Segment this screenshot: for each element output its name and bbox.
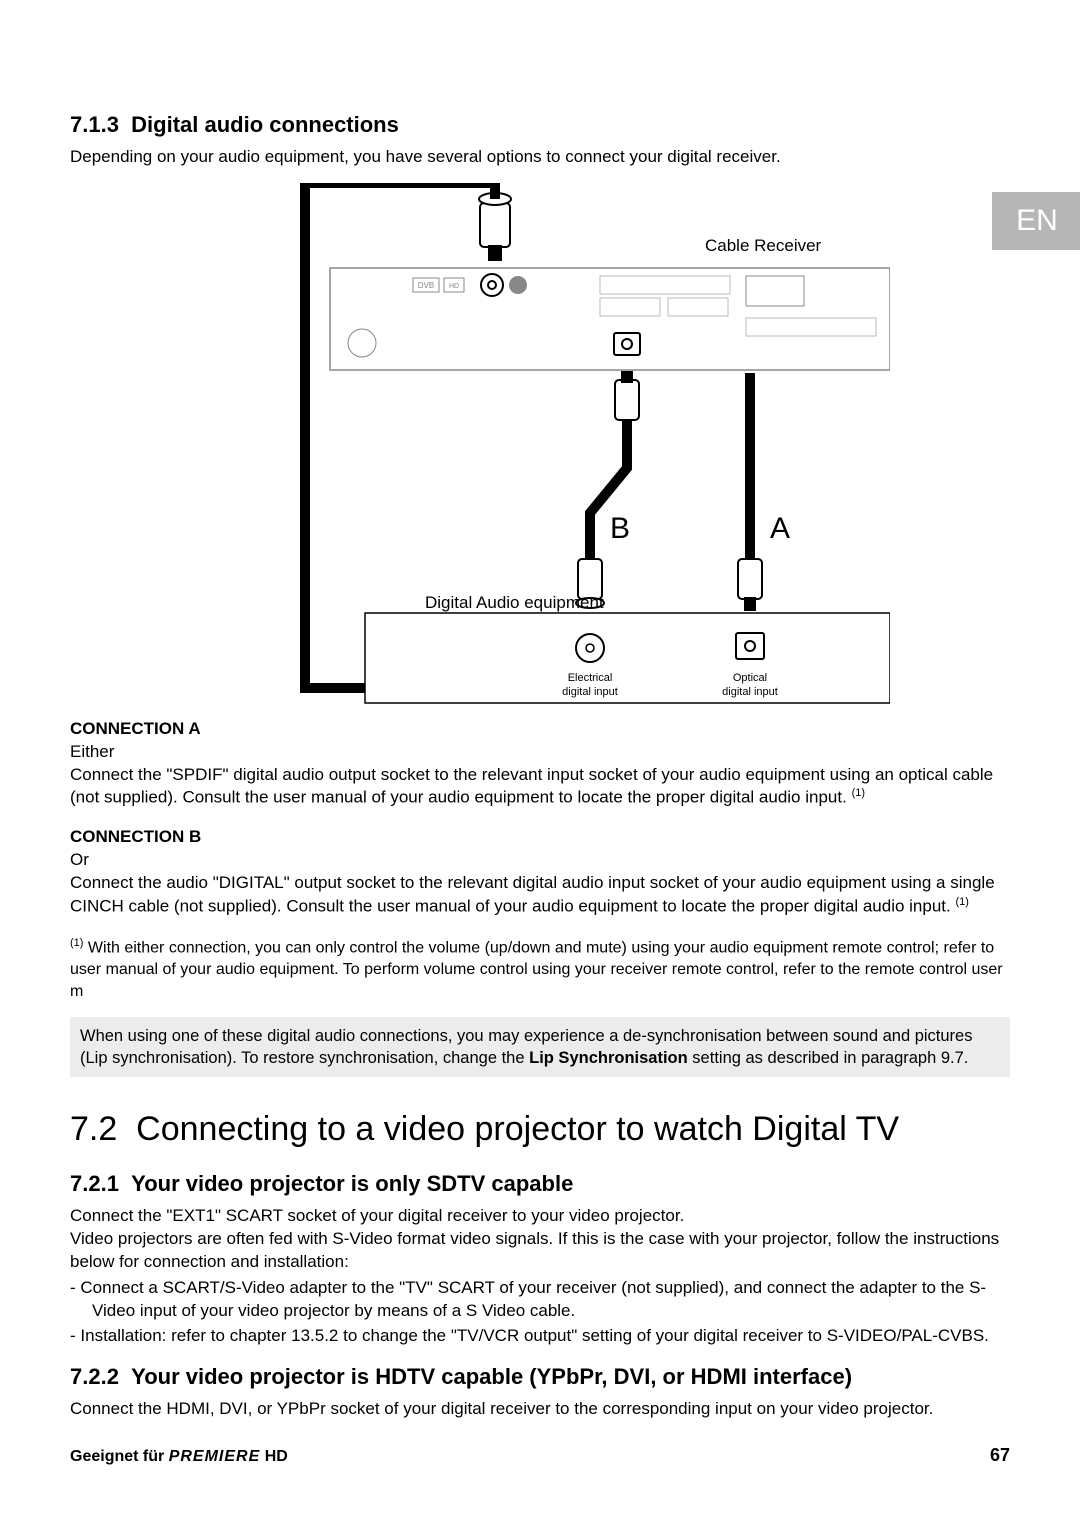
section-7-2-2-num: 7.2.2 [70, 1364, 119, 1389]
connection-a-either: Either [70, 741, 1010, 764]
optical-label-2: digital input [722, 686, 778, 698]
section-7-2-1-title: Your video projector is only SDTV capabl… [131, 1171, 573, 1196]
footnote-text: With either connection, you can only con… [70, 940, 1003, 1000]
dvb-label: DVB [418, 281, 434, 290]
optical-label-1: Optical [733, 672, 767, 684]
sec721-p2: Video projectors are often fed with S-Vi… [70, 1228, 1010, 1274]
section-7-2-1-num: 7.2.1 [70, 1171, 119, 1196]
electrical-label-2: digital input [562, 686, 618, 698]
note-line1: When using one of these digital audio co… [80, 1027, 972, 1045]
connection-diagram: DVB HD Cable Receiver B A [190, 183, 890, 708]
section-7-1-3-heading: 7.1.3 Digital audio connections [70, 110, 1010, 140]
footnote-sup: (1) [70, 937, 83, 949]
language-tab: EN [992, 192, 1080, 250]
footer-left: Geeignet für PREMIERE HD [70, 1446, 288, 1468]
footnote: (1) With either connection, you can only… [70, 936, 1010, 1002]
sec721-li1: Connect a SCART/S-Video adapter to the "… [92, 1277, 1010, 1323]
sec721-p1: Connect the "EXT1" SCART socket of your … [70, 1205, 1010, 1228]
note-line2b: setting as described in paragraph 9.7. [688, 1049, 969, 1067]
section-7-2-heading: 7.2 Connecting to a video projector to w… [70, 1107, 1010, 1153]
connection-b-text: Connect the audio "DIGITAL" output socke… [70, 872, 1010, 919]
section-title: Digital audio connections [131, 112, 399, 137]
intro-text: Depending on your audio equipment, you h… [70, 146, 1010, 169]
section-7-2-1-heading: 7.2.1 Your video projector is only SDTV … [70, 1169, 1010, 1199]
footer-brand: PREMIERE [169, 1448, 261, 1465]
sec721-list: Connect a SCART/S-Video adapter to the "… [70, 1277, 1010, 1348]
section-7-2-2-title: Your video projector is HDTV capable (YP… [131, 1364, 852, 1389]
note-bold: Lip Synchronisation [529, 1049, 688, 1067]
label-a: A [770, 512, 790, 545]
note-line2a: (Lip synchronisation). To restore synchr… [80, 1049, 529, 1067]
note-box: When using one of these digital audio co… [70, 1017, 1010, 1078]
connection-b-heading: CONNECTION B [70, 826, 1010, 849]
section-number: 7.1.3 [70, 112, 119, 137]
dae-label: Digital Audio equipment [425, 593, 604, 612]
sec722-p1: Connect the HDMI, DVI, or YPbPr socket o… [70, 1398, 1010, 1421]
sec721-li2: Installation: refer to chapter 13.5.2 to… [92, 1325, 1010, 1348]
page-footer: Geeignet für PREMIERE HD 67 [70, 1443, 1010, 1468]
connection-b-sup: (1) [955, 896, 968, 908]
hd-label: HD [449, 283, 459, 290]
label-b: B [610, 512, 630, 545]
section-7-2-2-heading: 7.2.2 Your video projector is HDTV capab… [70, 1362, 1010, 1392]
connection-a-body: Connect the "SPDIF" digital audio output… [70, 765, 993, 808]
footer-hd: HD [260, 1448, 288, 1465]
section-7-2-title: Connecting to a video projector to watch… [136, 1110, 899, 1148]
footer-text: Geeignet für [70, 1448, 169, 1465]
connection-a-heading: CONNECTION A [70, 718, 1010, 741]
cable-receiver-label: Cable Receiver [705, 236, 822, 255]
section-7-2-num: 7.2 [70, 1110, 117, 1148]
connection-b-or: Or [70, 849, 1010, 872]
connection-a-text: Connect the "SPDIF" digital audio output… [70, 764, 1010, 811]
connection-b-body: Connect the audio "DIGITAL" output socke… [70, 873, 995, 916]
electrical-label-1: Electrical [568, 672, 613, 684]
page-number: 67 [990, 1443, 1010, 1467]
connection-a-sup: (1) [852, 787, 865, 799]
